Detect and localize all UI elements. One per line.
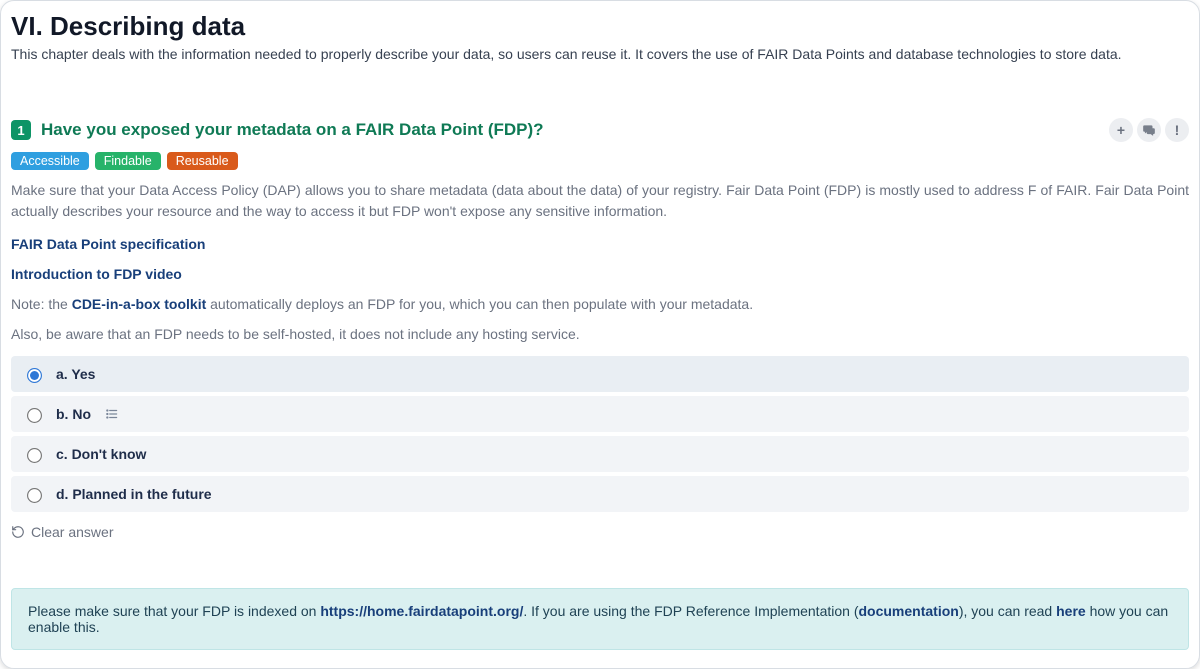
option-a[interactable]: a. Yes xyxy=(11,356,1189,392)
list-icon xyxy=(105,407,119,421)
alert-icon[interactable]: ! xyxy=(1165,118,1189,142)
radio-b[interactable] xyxy=(27,408,42,423)
tag-reusable: Reusable xyxy=(167,152,238,170)
option-c[interactable]: c. Don't know xyxy=(11,436,1189,472)
tag-row: Accessible Findable Reusable xyxy=(11,152,1189,170)
link-documentation[interactable]: documentation xyxy=(858,603,958,619)
question-actions: + ! xyxy=(1109,118,1189,142)
link-fdp-video[interactable]: Introduction to FDP video xyxy=(11,266,1189,282)
tag-accessible: Accessible xyxy=(11,152,89,170)
comments-icon[interactable] xyxy=(1137,118,1161,142)
tag-findable: Findable xyxy=(95,152,161,170)
link-here[interactable]: here xyxy=(1056,603,1086,619)
info-p1: Please make sure that your FDP is indexe… xyxy=(28,603,320,619)
clear-answer[interactable]: Clear answer xyxy=(11,524,113,540)
link-fdp-home[interactable]: https://home.fairdatapoint.org/ xyxy=(320,603,523,619)
chapter-title: VI. Describing data xyxy=(11,11,1189,42)
info-p2: . If you are using the FDP Reference Imp… xyxy=(523,603,858,619)
note-cde: Note: the CDE-in-a-box toolkit automatic… xyxy=(11,296,1189,312)
question-intro: Make sure that your Data Access Policy (… xyxy=(11,180,1189,222)
question-title[interactable]: Have you exposed your metadata on a FAIR… xyxy=(41,120,544,140)
hosting-warning: Also, be aware that an FDP needs to be s… xyxy=(11,326,1189,342)
link-cde-toolkit[interactable]: CDE-in-a-box toolkit xyxy=(72,296,207,312)
info-box: Please make sure that your FDP is indexe… xyxy=(11,588,1189,650)
undo-icon xyxy=(11,525,25,539)
clear-answer-label: Clear answer xyxy=(31,524,113,540)
note-prefix: Note: the xyxy=(11,296,72,312)
option-b[interactable]: b. No xyxy=(11,396,1189,432)
link-fdp-spec[interactable]: FAIR Data Point specification xyxy=(11,236,1189,252)
option-d-label: d. Planned in the future xyxy=(56,486,212,502)
radio-c[interactable] xyxy=(27,448,42,463)
note-suffix: automatically deploys an FDP for you, wh… xyxy=(206,296,753,312)
option-d[interactable]: d. Planned in the future xyxy=(11,476,1189,512)
option-c-label: c. Don't know xyxy=(56,446,146,462)
plus-icon[interactable]: + xyxy=(1109,118,1133,142)
option-b-label: b. No xyxy=(56,406,91,422)
info-p3: ), you can read xyxy=(959,603,1056,619)
question-number-badge: 1 xyxy=(11,120,31,140)
radio-a[interactable] xyxy=(27,368,42,383)
radio-d[interactable] xyxy=(27,488,42,503)
option-a-label: a. Yes xyxy=(56,366,95,382)
answer-options: a. Yes b. No c. Don't know d. Planned in… xyxy=(11,356,1189,512)
question-block: 1 Have you exposed your metadata on a FA… xyxy=(11,118,1189,650)
chapter-description: This chapter deals with the information … xyxy=(11,46,1189,62)
